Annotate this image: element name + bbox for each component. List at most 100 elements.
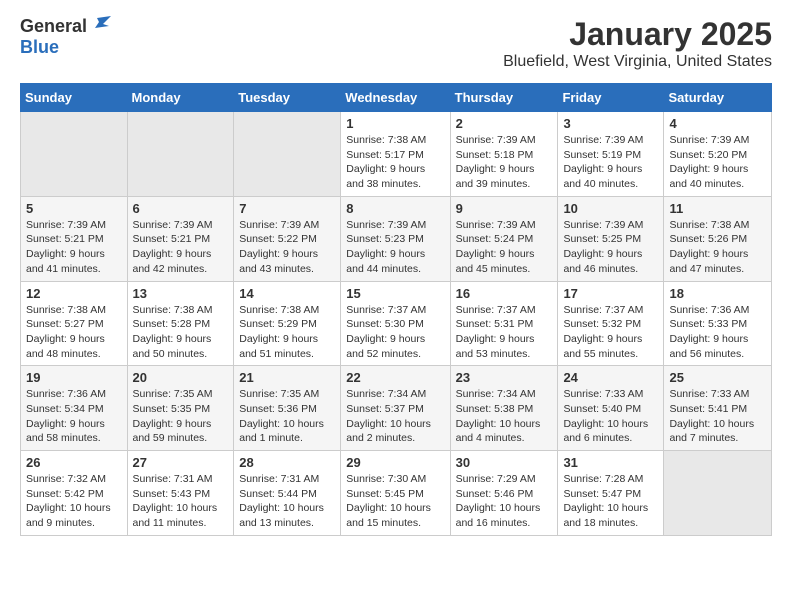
weekday-header-friday: Friday xyxy=(558,84,664,112)
day-number: 22 xyxy=(346,370,444,385)
calendar-cell: 3 Sunrise: 7:39 AM Sunset: 5:19 PM Daylig… xyxy=(558,112,664,197)
calendar-cell: 11 Sunrise: 7:38 AM Sunset: 5:26 PM Dayli… xyxy=(664,196,772,281)
day-number: 20 xyxy=(133,370,229,385)
day-number: 9 xyxy=(456,201,553,216)
day-info: Sunrise: 7:38 AM Sunset: 5:28 PM Dayligh… xyxy=(133,303,229,362)
day-info: Sunrise: 7:39 AM Sunset: 5:21 PM Dayligh… xyxy=(26,218,122,277)
calendar-cell: 10Sunrise: 7:39 AM Sunset: 5:25 PM Dayli… xyxy=(558,196,664,281)
day-info: Sunrise: 7:39 AM Sunset: 5:20 PM Dayligh… xyxy=(669,133,766,192)
calendar-cell: 21Sunrise: 7:35 AM Sunset: 5:36 PM Dayli… xyxy=(234,366,341,451)
day-info: Sunrise: 7:34 AM Sunset: 5:37 PM Dayligh… xyxy=(346,387,444,446)
day-info: Sunrise: 7:39 AM Sunset: 5:19 PM Dayligh… xyxy=(563,133,658,192)
calendar-week-row: 26 Sunrise: 7:32 AM Sunset: 5:42 PM Dayli… xyxy=(21,451,772,536)
logo: General Blue xyxy=(20,16,111,58)
day-number: 8 xyxy=(346,201,444,216)
day-info: Sunrise: 7:37 AM Sunset: 5:31 PM Dayligh… xyxy=(456,303,553,362)
calendar-cell: 22 Sunrise: 7:34 AM Sunset: 5:37 PM Dayli… xyxy=(341,366,450,451)
day-number: 18 xyxy=(669,286,766,301)
header: General Blue January 2025 Bluefield, Wes… xyxy=(20,16,772,71)
day-number: 25 xyxy=(669,370,766,385)
day-info: Sunrise: 7:33 AM Sunset: 5:40 PM Dayligh… xyxy=(563,387,658,446)
calendar-cell: 14 Sunrise: 7:38 AM Sunset: 5:29 PM Dayli… xyxy=(234,281,341,366)
calendar-week-row: 5 Sunrise: 7:39 AM Sunset: 5:21 PM Daylig… xyxy=(21,196,772,281)
calendar-cell: 17 Sunrise: 7:37 AM Sunset: 5:32 PM Dayli… xyxy=(558,281,664,366)
day-number: 23 xyxy=(456,370,553,385)
calendar-cell: 6 Sunrise: 7:39 AM Sunset: 5:21 PM Daylig… xyxy=(127,196,234,281)
logo-bird-icon xyxy=(89,14,111,36)
calendar-subtitle: Bluefield, West Virginia, United States xyxy=(503,53,772,71)
weekday-header-saturday: Saturday xyxy=(664,84,772,112)
calendar-title: January 2025 xyxy=(503,16,772,53)
weekday-header-monday: Monday xyxy=(127,84,234,112)
weekday-header-tuesday: Tuesday xyxy=(234,84,341,112)
day-number: 7 xyxy=(239,201,335,216)
day-number: 28 xyxy=(239,455,335,470)
day-info: Sunrise: 7:28 AM Sunset: 5:47 PM Dayligh… xyxy=(563,472,658,531)
day-number: 6 xyxy=(133,201,229,216)
calendar-cell: 4 Sunrise: 7:39 AM Sunset: 5:20 PM Daylig… xyxy=(664,112,772,197)
day-number: 17 xyxy=(563,286,658,301)
day-number: 31 xyxy=(563,455,658,470)
day-info: Sunrise: 7:32 AM Sunset: 5:42 PM Dayligh… xyxy=(26,472,122,531)
calendar-header-row: SundayMondayTuesdayWednesdayThursdayFrid… xyxy=(21,84,772,112)
calendar-cell: 1Sunrise: 7:38 AM Sunset: 5:17 PM Daylig… xyxy=(341,112,450,197)
day-info: Sunrise: 7:39 AM Sunset: 5:18 PM Dayligh… xyxy=(456,133,553,192)
calendar-cell: 20Sunrise: 7:35 AM Sunset: 5:35 PM Dayli… xyxy=(127,366,234,451)
calendar-cell: 5 Sunrise: 7:39 AM Sunset: 5:21 PM Daylig… xyxy=(21,196,128,281)
calendar-cell: 31 Sunrise: 7:28 AM Sunset: 5:47 PM Dayli… xyxy=(558,451,664,536)
logo-blue-text: Blue xyxy=(20,37,59,58)
calendar-cell xyxy=(127,112,234,197)
day-number: 3 xyxy=(563,116,658,131)
calendar-cell: 2Sunrise: 7:39 AM Sunset: 5:18 PM Daylig… xyxy=(450,112,558,197)
day-info: Sunrise: 7:31 AM Sunset: 5:43 PM Dayligh… xyxy=(133,472,229,531)
day-number: 4 xyxy=(669,116,766,131)
calendar-cell: 28Sunrise: 7:31 AM Sunset: 5:44 PM Dayli… xyxy=(234,451,341,536)
day-info: Sunrise: 7:38 AM Sunset: 5:26 PM Dayligh… xyxy=(669,218,766,277)
day-info: Sunrise: 7:29 AM Sunset: 5:46 PM Dayligh… xyxy=(456,472,553,531)
weekday-header-sunday: Sunday xyxy=(21,84,128,112)
day-info: Sunrise: 7:38 AM Sunset: 5:27 PM Dayligh… xyxy=(26,303,122,362)
day-number: 12 xyxy=(26,286,122,301)
day-info: Sunrise: 7:39 AM Sunset: 5:21 PM Dayligh… xyxy=(133,218,229,277)
day-number: 21 xyxy=(239,370,335,385)
calendar-cell: 24 Sunrise: 7:33 AM Sunset: 5:40 PM Dayli… xyxy=(558,366,664,451)
day-number: 13 xyxy=(133,286,229,301)
logo-general-text: General xyxy=(20,16,87,37)
day-number: 26 xyxy=(26,455,122,470)
day-number: 24 xyxy=(563,370,658,385)
calendar-cell: 7 Sunrise: 7:39 AM Sunset: 5:22 PM Daylig… xyxy=(234,196,341,281)
day-number: 14 xyxy=(239,286,335,301)
day-number: 11 xyxy=(669,201,766,216)
day-number: 16 xyxy=(456,286,553,301)
day-info: Sunrise: 7:39 AM Sunset: 5:24 PM Dayligh… xyxy=(456,218,553,277)
calendar-cell: 26 Sunrise: 7:32 AM Sunset: 5:42 PM Dayli… xyxy=(21,451,128,536)
weekday-header-thursday: Thursday xyxy=(450,84,558,112)
day-number: 5 xyxy=(26,201,122,216)
calendar-cell: 19Sunrise: 7:36 AM Sunset: 5:34 PM Dayli… xyxy=(21,366,128,451)
day-info: Sunrise: 7:36 AM Sunset: 5:33 PM Dayligh… xyxy=(669,303,766,362)
day-number: 15 xyxy=(346,286,444,301)
calendar-cell: 15 Sunrise: 7:37 AM Sunset: 5:30 PM Dayli… xyxy=(341,281,450,366)
calendar-cell: 9 Sunrise: 7:39 AM Sunset: 5:24 PM Daylig… xyxy=(450,196,558,281)
day-number: 1 xyxy=(346,116,444,131)
day-number: 29 xyxy=(346,455,444,470)
calendar-cell: 16 Sunrise: 7:37 AM Sunset: 5:31 PM Dayli… xyxy=(450,281,558,366)
day-info: Sunrise: 7:34 AM Sunset: 5:38 PM Dayligh… xyxy=(456,387,553,446)
day-info: Sunrise: 7:39 AM Sunset: 5:22 PM Dayligh… xyxy=(239,218,335,277)
calendar-cell: 18 Sunrise: 7:36 AM Sunset: 5:33 PM Dayli… xyxy=(664,281,772,366)
day-info: Sunrise: 7:37 AM Sunset: 5:32 PM Dayligh… xyxy=(563,303,658,362)
day-info: Sunrise: 7:38 AM Sunset: 5:29 PM Dayligh… xyxy=(239,303,335,362)
day-info: Sunrise: 7:33 AM Sunset: 5:41 PM Dayligh… xyxy=(669,387,766,446)
calendar-cell: 8Sunrise: 7:39 AM Sunset: 5:23 PM Daylig… xyxy=(341,196,450,281)
calendar-cell xyxy=(664,451,772,536)
calendar-week-row: 12 Sunrise: 7:38 AM Sunset: 5:27 PM Dayli… xyxy=(21,281,772,366)
calendar-cell: 25 Sunrise: 7:33 AM Sunset: 5:41 PM Dayli… xyxy=(664,366,772,451)
calendar-cell xyxy=(234,112,341,197)
calendar-table: SundayMondayTuesdayWednesdayThursdayFrid… xyxy=(20,83,772,536)
day-info: Sunrise: 7:37 AM Sunset: 5:30 PM Dayligh… xyxy=(346,303,444,362)
calendar-cell xyxy=(21,112,128,197)
calendar-cell: 12 Sunrise: 7:38 AM Sunset: 5:27 PM Dayli… xyxy=(21,281,128,366)
day-info: Sunrise: 7:39 AM Sunset: 5:25 PM Dayligh… xyxy=(563,218,658,277)
calendar-week-row: 19Sunrise: 7:36 AM Sunset: 5:34 PM Dayli… xyxy=(21,366,772,451)
calendar-cell: 13 Sunrise: 7:38 AM Sunset: 5:28 PM Dayli… xyxy=(127,281,234,366)
